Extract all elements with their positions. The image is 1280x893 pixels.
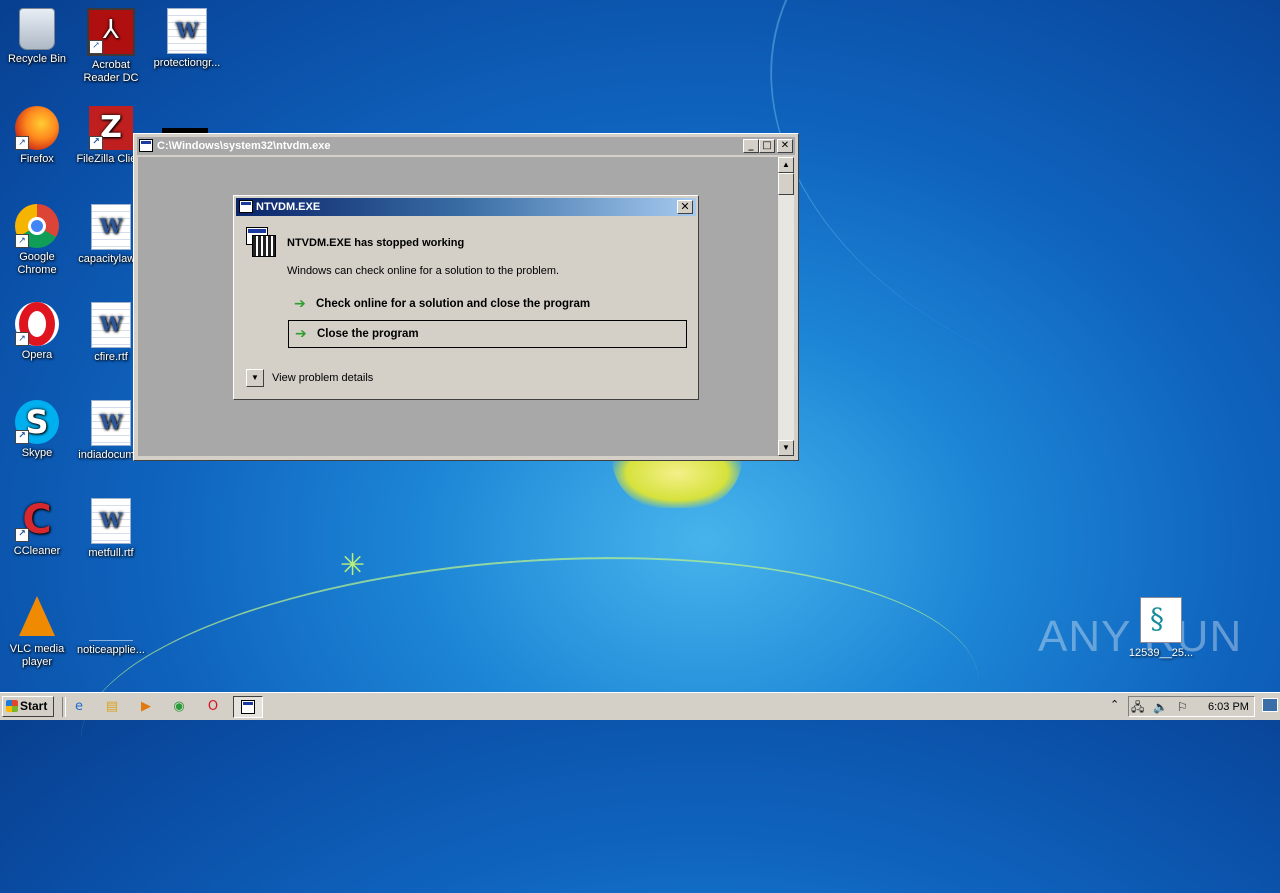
green-arrow-icon: ➔ [295,326,307,342]
dialog-close-button[interactable]: ✕ [677,200,693,214]
windows-logo-icon [6,700,18,712]
option-label: Close the program [317,328,419,340]
program-icon [246,227,276,257]
shortcut-arrow-icon: ↗ [15,332,29,346]
word-doc-icon: W [91,204,131,250]
explorer-icon[interactable]: ▤ [102,697,122,717]
window-title: C:\Windows\system32\ntvdm.exe [157,140,331,152]
tray-expand-icon[interactable]: ⌃ [1110,698,1119,711]
desktop-icon-label: Opera [21,349,53,361]
desktop-icon-label: Recycle Bin [7,53,67,65]
desktop-icon-label: metfull.rtf [88,547,134,559]
script-file-icon[interactable] [1140,597,1182,643]
shortcut-arrow-icon: ↗ [15,430,29,444]
option-label: Check online for a solution and close th… [316,298,591,310]
word-doc-icon: W [91,498,131,544]
maximize-button[interactable]: □ [759,139,775,153]
desktop-icon-noticeapplie[interactable]: noticeapplie... [74,596,148,657]
close-program-option[interactable]: ➔ Close the program [288,320,687,348]
minimize-button[interactable]: _ [743,139,759,153]
ntvdm-task-button[interactable] [233,696,263,718]
desktop-icon-label: protectiongr... [153,57,221,69]
scroll-thumb[interactable] [778,173,794,195]
flag-icon[interactable]: ⚐ [1177,699,1188,715]
console-app-icon [139,139,153,152]
green-arrow-icon: ➔ [294,296,306,312]
desktop-icon-acrobat[interactable]: ⅄ ↗ Acrobat Reader DC [74,8,148,85]
desktop-icon-vlc[interactable]: VLC media player [0,596,74,669]
desktop-icon-firefox[interactable]: ↗ Firefox [0,106,74,166]
opera-icon[interactable]: O [203,697,223,717]
volume-icon[interactable]: 🔈 [1153,699,1168,715]
taskbar: Start e ▤ ▶ ◉ O ⌃ 🖧 🔈 ⚐ 6:03 PM [0,692,1280,720]
vlc-icon [19,596,55,636]
error-dialog: NTVDM.EXE ✕ NTVDM.EXE has stopped workin… [233,195,699,400]
view-details-toggle-button[interactable]: ▼ [246,369,264,387]
acrobat-icon: ⅄ ↗ [87,8,135,56]
word-doc-icon: W [167,8,207,54]
shortcut-arrow-icon: ↗ [89,40,103,54]
skype-icon: S ↗ [15,400,59,444]
view-details-label[interactable]: View problem details [272,372,373,384]
check-online-option[interactable]: ➔ Check online for a solution and close … [288,291,687,319]
network-icon[interactable]: 🖧 [1131,699,1144,715]
desktop-icon-metfull[interactable]: W metfull.rtf [74,498,148,560]
vertical-scrollbar[interactable]: ▲ ▼ [778,157,794,456]
scroll-down-button[interactable]: ▼ [778,440,794,456]
start-label: Start [20,699,48,713]
wallpaper-sparkle: ✳ [340,548,366,583]
desktop-icon-label: Skype [21,447,53,459]
dialog-title: NTVDM.EXE [256,201,321,213]
desktop-icon-label: VLC media player [9,643,65,668]
desktop-icon-label: CCleaner [13,545,61,557]
desktop-icon-chrome[interactable]: ↗ Google Chrome [0,204,74,277]
ntvdm-console-icon [241,700,255,714]
wallpaper-flower [612,458,742,508]
desktop-icon-label: Google Chrome [17,251,57,276]
word-doc-icon: W [91,400,131,446]
scroll-up-button[interactable]: ▲ [778,157,794,173]
error-heading: NTVDM.EXE has stopped working [287,237,465,249]
shortcut-arrow-icon: ↗ [15,136,29,150]
window-titlebar[interactable]: C:\Windows\system32\ntvdm.exe _ □ ✕ [137,137,795,155]
opera-icon: ↗ [15,302,59,346]
desktop-icon-label: Acrobat Reader DC [83,59,139,84]
shortcut-arrow-icon: ↗ [15,528,29,542]
shortcut-arrow-icon: ↗ [15,234,29,248]
media-player-icon[interactable]: ▶ [136,697,156,717]
console-app-icon [239,200,253,213]
word-doc-icon: W [91,302,131,348]
ie-icon[interactable]: e [69,697,89,717]
taskbar-separator [62,697,66,717]
chrome-icon: ↗ [15,204,59,248]
desktop-icon-label: Firefox [20,153,54,165]
desktop-icon-ccleaner[interactable]: C ↗ CCleaner [0,498,74,558]
chrome-icon[interactable]: ◉ [169,697,189,717]
desktop-icon-recycle-bin[interactable]: Recycle Bin [0,8,74,66]
show-desktop-button[interactable] [1262,698,1278,712]
blank-file-icon [89,596,133,641]
start-button[interactable]: Start [2,696,54,717]
close-button[interactable]: ✕ [777,139,793,153]
dialog-titlebar[interactable]: NTVDM.EXE ✕ [236,198,696,216]
shortcut-arrow-icon: ↗ [89,136,103,150]
firefox-icon: ↗ [15,106,59,150]
desktop-icon-skype[interactable]: S ↗ Skype [0,400,74,460]
desktop-icon-label: noticeapplie... [77,644,145,656]
recycle-bin-icon [19,8,55,50]
error-description: Windows can check online for a solution … [287,265,560,277]
desktop-icon-label: 12539__25... [1128,647,1194,659]
desktop-icon-protectiongr[interactable]: W protectiongr... [150,8,224,70]
clock[interactable]: 6:03 PM [1208,701,1249,713]
filezilla-icon: Z ↗ [89,106,133,150]
ccleaner-icon: C ↗ [15,498,59,542]
desktop-icon-opera[interactable]: ↗ Opera [0,302,74,362]
